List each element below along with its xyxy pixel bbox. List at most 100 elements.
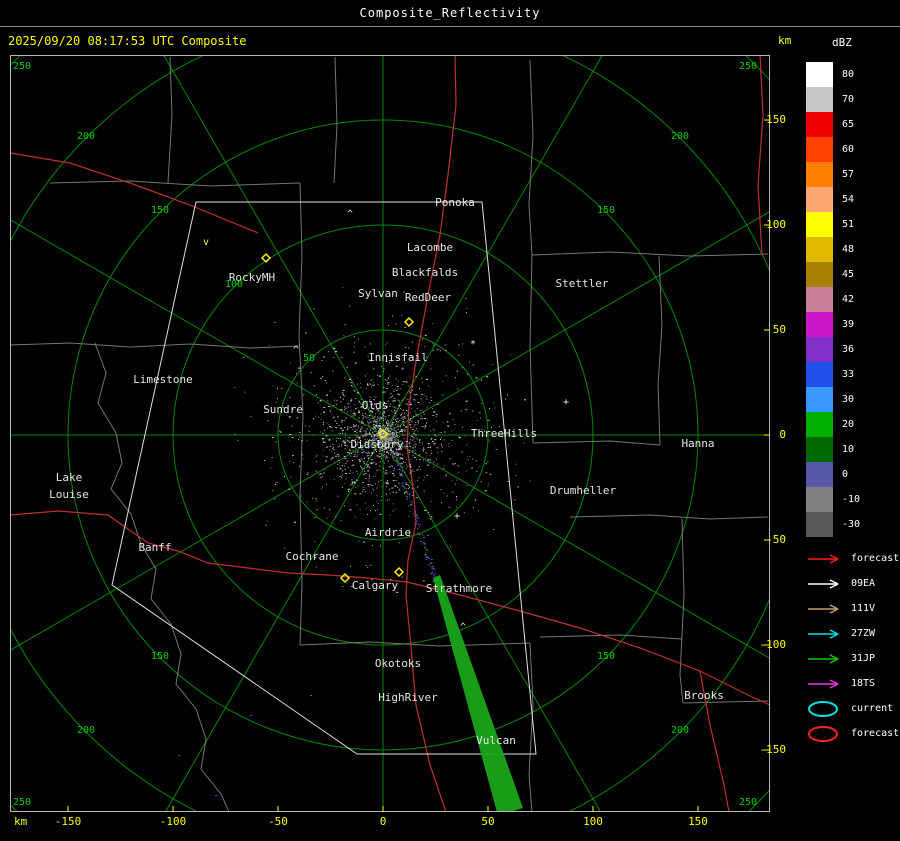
colorbar-swatch (806, 462, 833, 487)
colorbar-swatch (806, 237, 833, 262)
right-axis-tick-label: -100 (759, 638, 787, 651)
bottom-axis-tick-label: -150 (54, 815, 82, 828)
colorbar-swatch (806, 112, 833, 137)
radial-line (164, 434, 384, 812)
bottom-axis-tick-label: 150 (688, 815, 708, 828)
colorbar-row: 0 (806, 462, 896, 487)
colorbar-row: 45 (806, 262, 896, 287)
colorbar-row: 70 (806, 87, 896, 112)
colorbar-row: 51 (806, 212, 896, 237)
boundary-line (528, 642, 534, 812)
track-arrow-icon (808, 653, 839, 664)
colorbar-swatch (806, 137, 833, 162)
city-label: Banff (138, 541, 171, 554)
colorbar-value-label: 39 (842, 319, 855, 330)
legend-item: forecast (806, 546, 900, 571)
legend-item-label: 18TS (851, 678, 876, 689)
track-ellipse-icon (808, 700, 838, 717)
colorbar-row: 57 (806, 162, 896, 187)
colorbar-value-label: 57 (842, 169, 855, 180)
colorbar-row: 33 (806, 362, 896, 387)
colorbar-value-label: 54 (842, 194, 855, 205)
legend-item-label: current (851, 703, 894, 714)
city-label: Brooks (684, 689, 724, 702)
city-label: Didsbury (351, 438, 404, 451)
colorbar-value-label: 42 (842, 294, 855, 305)
colorbar-value-label: 51 (842, 219, 855, 230)
city-label: Hanna (681, 437, 714, 450)
colorbar-row: 39 (806, 312, 896, 337)
city-label: Calgary (352, 579, 399, 592)
boundary-line (94, 342, 230, 812)
radar-app-window: Composite_Reflectivity 2025/09/20 08:17:… (0, 0, 900, 841)
colorbar-value-label: 45 (842, 269, 855, 280)
colorbar-swatch (806, 487, 833, 512)
radial-line (382, 434, 602, 812)
colorbar-value-label: 30 (842, 394, 855, 405)
ring-distance-label: 150 (597, 205, 615, 216)
colorbar-value-label: 10 (842, 444, 855, 455)
boundary-line (531, 251, 769, 257)
boundary-line (49, 180, 301, 187)
boundary-line (569, 514, 769, 520)
city-label: HighRiver (378, 691, 438, 704)
colorbar-value-label: 48 (842, 244, 855, 255)
track-arrow-icon (808, 553, 839, 564)
right-axis-tick-label: -50 (766, 533, 786, 546)
right-axis-tick-label: -150 (759, 743, 787, 756)
boundary-line (657, 255, 663, 446)
colorbar-swatch (806, 187, 833, 212)
colorbar-swatch (806, 312, 833, 337)
colorbar-swatch (806, 287, 833, 312)
colorbar-row: 20 (806, 412, 896, 437)
colorbar-swatch (806, 262, 833, 287)
ring-distance-label: 200 (671, 131, 689, 142)
ring-distance-label: 200 (77, 725, 95, 736)
ring-distance-label: 250 (13, 61, 31, 72)
city-label: Drumheller (550, 484, 617, 497)
city-label: Ponoka (435, 196, 475, 209)
map-symbol: ^ (293, 345, 299, 356)
map-symbol: + (563, 397, 569, 408)
ring-distance-label: 100 (225, 279, 243, 290)
boundary-line (333, 56, 338, 184)
legend-item-label: 27ZW (851, 628, 876, 639)
boundary-line (679, 518, 685, 704)
colorbar-row: 30 (806, 387, 896, 412)
radar-map[interactable]: v ^ * + + ^ ^ Ponoka Lacombe Blackfalds Sylvan RedD… (10, 55, 770, 812)
colorbar-row: 36 (806, 337, 896, 362)
map-symbol: + (454, 511, 460, 522)
bottom-axis-tick-label: -50 (268, 815, 288, 828)
colorbar-value-label: 70 (842, 94, 855, 105)
track-arrow-icon (808, 678, 839, 689)
track-arrow-icon (808, 603, 839, 614)
colorbar-swatch (806, 162, 833, 187)
city-label: Lake (56, 471, 83, 484)
city-label: Vulcan (476, 734, 516, 747)
bottom-axis-tick-label: 100 (583, 815, 603, 828)
colorbar-value-label: 33 (842, 369, 855, 380)
legend-item: 18TS (806, 671, 900, 696)
radar-site-diamond-icon (339, 572, 351, 584)
ring-distance-label: 150 (151, 205, 169, 216)
boundary-line (10, 342, 301, 349)
city-label: Olds (362, 399, 389, 412)
legend-item-label: forecast (851, 553, 900, 564)
legend-item: 27ZW (806, 621, 900, 646)
radar-site-diamond-icon (393, 566, 405, 578)
bottom-axis-tick-label: 0 (379, 815, 387, 828)
bottom-axis-unit-label: km (14, 815, 28, 828)
legend-item: current (806, 696, 900, 721)
colorbar-swatch (806, 512, 833, 537)
window-title: Composite_Reflectivity (359, 6, 541, 20)
ring-distance-label: 150 (597, 651, 615, 662)
ring-distance-label: 200 (671, 725, 689, 736)
legend-item-label: forecast (851, 728, 900, 739)
colorbar-swatch (806, 387, 833, 412)
colorbar-value-label: 60 (842, 144, 855, 155)
colorbar-value-label: 65 (842, 119, 855, 130)
colorbar-row: 54 (806, 187, 896, 212)
city-label: Cochrane (286, 550, 339, 563)
city-label: RedDeer (405, 291, 452, 304)
colorbar-value-label: 36 (842, 344, 855, 355)
